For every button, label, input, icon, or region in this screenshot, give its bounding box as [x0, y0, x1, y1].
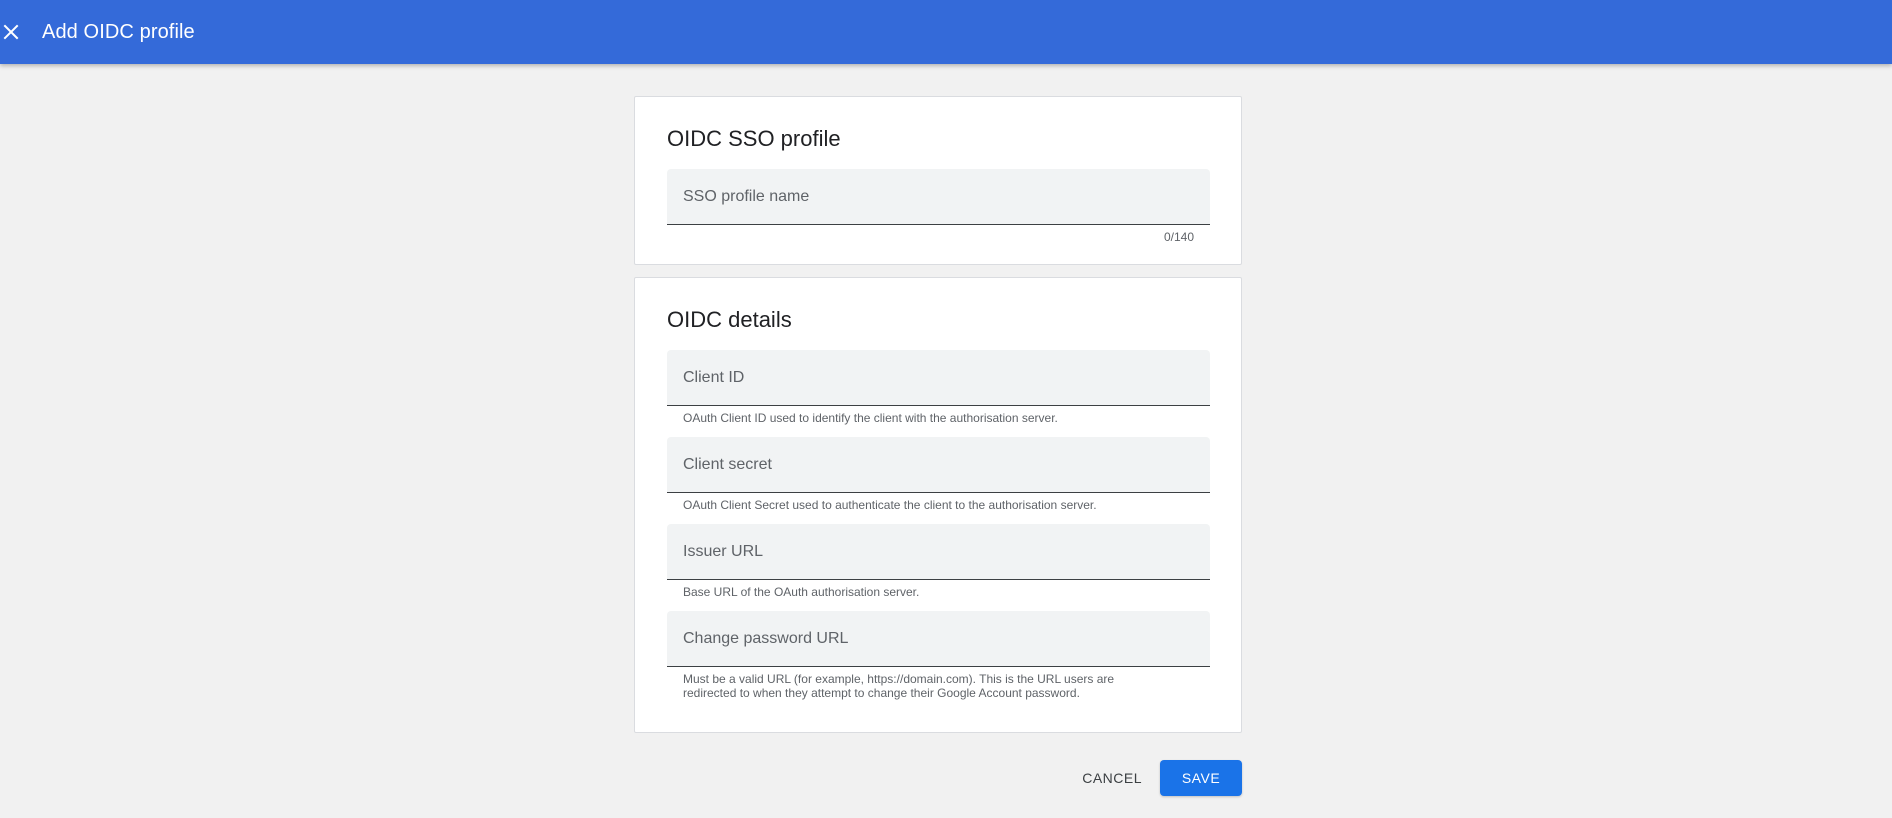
client-id-input[interactable]: [667, 350, 1210, 405]
sso-profile-card: OIDC SSO profile 0/140: [634, 96, 1242, 265]
client-secret-helper: OAuth Client Secret used to authenticate…: [683, 498, 1097, 512]
oidc-details-card: OIDC details OAuth Client ID used to ide…: [634, 277, 1242, 733]
close-button[interactable]: [0, 21, 22, 43]
client-secret-group: OAuth Client Secret used to authenticate…: [667, 437, 1210, 512]
client-id-field[interactable]: [667, 350, 1210, 406]
sso-profile-name-field[interactable]: [667, 169, 1210, 225]
issuer-url-input[interactable]: [667, 524, 1210, 579]
change-password-url-field[interactable]: [667, 611, 1210, 667]
main-content: OIDC SSO profile 0/140 OIDC details OAut…: [634, 96, 1242, 733]
client-secret-input[interactable]: [667, 437, 1210, 492]
oidc-details-card-title: OIDC details: [667, 307, 792, 332]
save-button[interactable]: SAVE: [1160, 760, 1242, 796]
issuer-url-group: Base URL of the OAuth authorisation serv…: [667, 524, 1210, 599]
client-secret-field[interactable]: [667, 437, 1210, 493]
form-actions: CANCEL SAVE: [634, 760, 1242, 796]
issuer-url-helper: Base URL of the OAuth authorisation serv…: [683, 585, 920, 599]
sso-profile-name-input[interactable]: [667, 169, 1210, 224]
sso-profile-card-title: OIDC SSO profile: [667, 126, 841, 151]
app-header: Add OIDC profile: [0, 0, 1892, 64]
issuer-url-field[interactable]: [667, 524, 1210, 580]
close-icon: [3, 24, 19, 40]
client-id-group: OAuth Client ID used to identify the cli…: [667, 350, 1210, 425]
change-password-url-input[interactable]: [667, 611, 1210, 666]
client-id-helper: OAuth Client ID used to identify the cli…: [683, 411, 1058, 425]
cancel-button[interactable]: CANCEL: [1064, 760, 1160, 796]
change-password-url-group: Must be a valid URL (for example, https:…: [667, 611, 1210, 700]
sso-profile-name-counter: 0/140: [1163, 230, 1194, 244]
change-password-url-helper: Must be a valid URL (for example, https:…: [683, 672, 1115, 700]
page-title: Add OIDC profile: [42, 20, 195, 43]
